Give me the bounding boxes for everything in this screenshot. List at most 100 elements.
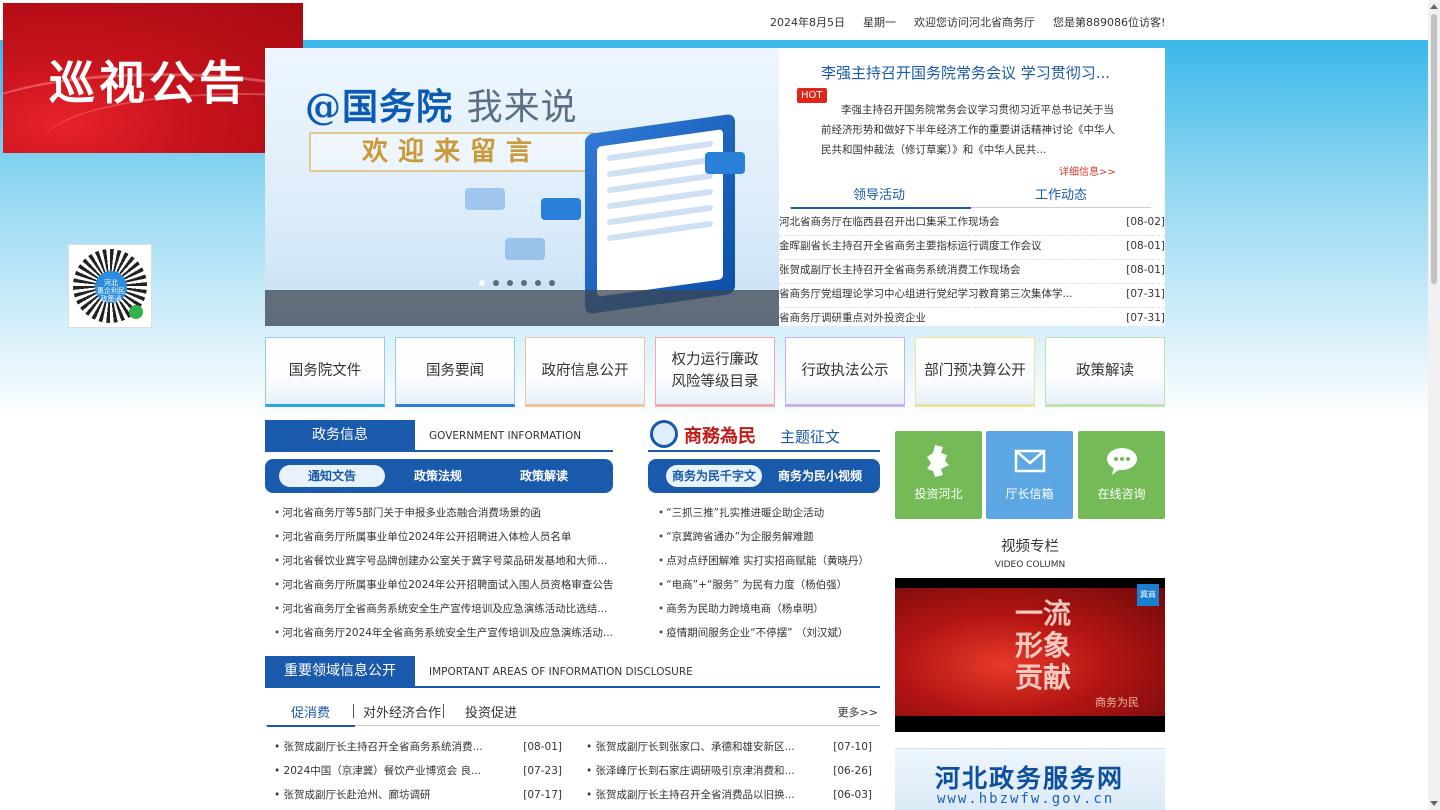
item-date: [07-23] [523,765,562,777]
scroll-up-icon[interactable] [1430,4,1438,9]
news-date: [07-31] [1126,312,1165,324]
patrol-announcement-banner[interactable]: 巡视公告 [3,3,303,153]
list-item[interactable]: • 张贺成副厅长主持召开全省消费品以旧换... [06-03] [586,783,872,807]
item-title[interactable]: “三抓三推”扎实推进暖企助企活动 [666,507,824,519]
tab-promote-consumption[interactable]: 促消费 [291,702,330,721]
list-item[interactable]: • 河北省商务厅2024年全省商务系统安全生产宣传培训及应急演练活动... [274,621,614,645]
topbar-date: 2024年8月5日 [770,16,845,29]
tab-investment-promotion[interactable]: 投资促进 [465,702,517,721]
hebei-gov-service-banner[interactable]: 河北政务服务网 www.hbzwfw.gov.cn [895,748,1165,810]
item-title[interactable]: • 张贺成副厅长到张家口、承德和雄安新区... [586,735,806,759]
item-title[interactable]: 河北省商务厅全省商务系统安全生产宣传培训及应急演练活动比选结... [282,603,607,615]
news-title[interactable]: 金晖副省长主持召开全省商务主要指标运行调度工作会议 [779,236,1089,256]
tab-leadership-activities[interactable]: 领导活动 [853,184,905,203]
news-title[interactable]: 河北省商务厅在临西县召开出口集采工作现场会 [779,212,1089,232]
item-title[interactable]: 疫情期间服务企业“不停摆” （刘汉斌） [666,627,848,639]
tile-policy-interpretation[interactable]: 政策解读 [1045,337,1165,407]
item-title[interactable]: 商务为民助力跨境电商（杨卓明） [666,603,824,615]
item-title[interactable]: 河北省商务厅所属事业单位2024年公开招聘面试入围人员资格审查公告 [282,579,613,591]
item-title[interactable]: • 张贺成副厅长赴沧州、廊坊调研 [274,783,494,807]
list-item[interactable]: • 张贺成副厅长赴沧州、廊坊调研 [07-17] [274,783,562,807]
list-item[interactable]: • 河北省商务厅全省商务系统安全生产宣传培训及应急演练活动比选结... [274,597,614,621]
tab-work-updates[interactable]: 工作动态 [1035,184,1087,203]
list-item[interactable]: • 张泽峰厅长到石家庄调研吸引京津消费和... [06-26] [586,759,872,783]
chat-bubble-icon [705,152,745,174]
item-title[interactable]: 河北省商务厅2024年全省商务系统安全生产宣传培训及应急演练活动... [282,627,613,639]
list-item[interactable]: • 张贺成副厅长到张家口、承德和雄安新区... [07-10] [586,735,872,759]
hero-caption-bar [265,290,779,326]
list-item[interactable]: • 疫情期间服务企业“不停摆” （刘汉斌） [658,621,880,645]
news-title[interactable]: 张贺成副厅长主持召开全省商务系统消费工作现场会 [779,260,1089,280]
list-item[interactable]: • “三抓三推”扎实推进暖企助企活动 [658,501,880,525]
tile-budget-disclosure[interactable]: 部门预决算公开 [915,337,1035,407]
item-title[interactable]: 河北省商务厅等5部门关于申报多业态融合消费场景的函 [282,507,541,519]
list-item[interactable]: 省商务厅调研重点对外投资企业 [07-31] [779,308,1165,332]
item-title[interactable]: • 张贺成副厅长主持召开全省消费品以旧换... [586,783,806,807]
online-consult-button[interactable]: 在线咨询 [1078,431,1165,519]
invest-hebei-button[interactable]: 投资河北 [895,431,982,519]
item-title[interactable]: • 张贺成副厅长主持召开全省商务系统消费... [274,735,494,759]
detail-link[interactable]: 详细信息>> [1059,163,1116,178]
headline-title-link[interactable]: 李强主持召开国务院常务会议 学习贯彻习... [821,62,1151,83]
tile-label: 政府信息公开 [541,363,629,379]
carousel-dot[interactable] [521,280,527,286]
item-title[interactable]: 河北省餐饮业冀字号品牌创建办公室关于冀字号菜品研发基地和大师... [282,555,607,567]
list-item[interactable]: • 河北省商务厅所属事业单位2024年公开招聘进入体检人员名单 [274,525,614,549]
news-title[interactable]: 省商务厅调研重点对外投资企业 [779,308,1089,328]
carousel-dot[interactable] [535,280,541,286]
item-title[interactable]: • 2024中国（京津冀）餐饮产业博览会 良... [274,759,494,783]
item-title[interactable]: “电商”+“服务” 为民有力度（杨伯强） [666,579,847,591]
list-item[interactable]: 金晖副省长主持召开全省商务主要指标运行调度工作会议 [08-01] [779,236,1165,260]
scroll-down-icon[interactable] [1430,801,1438,806]
list-item[interactable]: • “京冀跨省通办”为企服务解难题 [658,525,880,549]
topbar-info: 2024年8月5日 星期一 欢迎您访问河北省商务厅 您是第889086位访客! [770,14,1165,30]
item-title[interactable]: 河北省商务厅所属事业单位2024年公开招聘进入体检人员名单 [282,531,571,543]
video-player[interactable]: 一流 形象 贡献 冀商 商务为民 [895,578,1165,732]
list-item[interactable]: • “电商”+“服务” 为民有力度（杨伯强） [658,573,880,597]
policy-qr-code[interactable]: 河北 惠企利民 政策通 [68,244,152,328]
list-item[interactable]: • 河北省餐饮业冀字号品牌创建办公室关于冀字号菜品研发基地和大师... [274,549,614,573]
tab-notices[interactable]: 通知文告 [279,465,385,487]
more-link[interactable]: 更多>> [838,704,878,720]
list-item[interactable]: • 张贺成副厅长主持召开全省商务系统消费... [08-01] [274,735,562,759]
qr-line3: 政策通 [100,295,122,303]
hero-title-main: @国务院 [305,86,454,128]
tile-state-affairs-news[interactable]: 国务要闻 [395,337,515,407]
carousel-dot[interactable] [549,280,555,286]
news-date: [07-31] [1126,288,1165,300]
director-mailbox-button[interactable]: 厅长信箱 [986,431,1073,519]
page-scrollbar[interactable] [1428,0,1440,810]
tab-policy-interpretation[interactable]: 政策解读 [501,465,587,487]
tile-power-integrity-catalog[interactable]: 权力运行廉政 风险等级目录 [655,337,775,407]
list-item[interactable]: • 点对点纾困解难 实打实招商赋能（黄晓丹） [658,549,880,573]
list-item[interactable]: • 河北省商务厅等5部门关于申报多业态融合消费场景的函 [274,501,614,525]
tile-gov-info-disclosure[interactable]: 政府信息公开 [525,337,645,407]
scroll-thumb[interactable] [1431,14,1437,284]
tab-commerce-video[interactable]: 商务为民小视频 [772,465,868,487]
list-item[interactable]: 省商务厅党组理论学习中心组进行党纪学习教育第三次集体学... [07-31] [779,284,1165,308]
tab-commerce-essay[interactable]: 商务为民千字文 [666,465,762,487]
item-title[interactable]: • 张泽峰厅长到石家庄调研吸引京津消费和... [586,759,806,783]
carousel-dot[interactable] [479,280,485,286]
list-item[interactable]: • 2024中国（京津冀）餐饮产业博览会 良... [07-23] [274,759,562,783]
tile-admin-enforcement[interactable]: 行政执法公示 [785,337,905,407]
tab-policies-regulations[interactable]: 政策法规 [397,465,479,487]
item-title[interactable]: “京冀跨省通办”为企服务解难题 [666,531,813,543]
tab-divider [353,704,354,718]
tab-foreign-economic-cooperation[interactable]: 对外经济合作 [363,702,441,721]
hero-carousel[interactable]: @国务院 我来说 欢迎来留言 [265,48,779,326]
list-item[interactable]: 河北省商务厅在临西县召开出口集采工作现场会 [08-02] [779,212,1165,236]
list-item[interactable]: • 河北省商务厅所属事业单位2024年公开招聘面试入围人员资格审查公告 [274,573,614,597]
list-item[interactable]: 张贺成副厅长主持召开全省商务系统消费工作现场会 [08-01] [779,260,1165,284]
headline-summary: 李强主持召开国务院常务会议学习贯彻习近平总书记关于当前经济形势和做好下半年经济工… [821,104,1115,156]
item-title[interactable]: 点对点纾困解难 实打实招商赋能（黄晓丹） [666,555,869,567]
video-caption: 商务为民 [1095,696,1139,709]
commerce-title: 主题征文 [780,428,841,446]
carousel-dot[interactable] [493,280,499,286]
tile-label: 行政执法公示 [801,363,889,379]
news-title[interactable]: 省商务厅党组理论学习中心组进行党纪学习教育第三次集体学... [779,284,1089,304]
carousel-dots[interactable] [479,280,555,286]
carousel-dot[interactable] [507,280,513,286]
tile-state-council-docs[interactable]: 国务院文件 [265,337,385,407]
list-item[interactable]: • 商务为民助力跨境电商（杨卓明） [658,597,880,621]
